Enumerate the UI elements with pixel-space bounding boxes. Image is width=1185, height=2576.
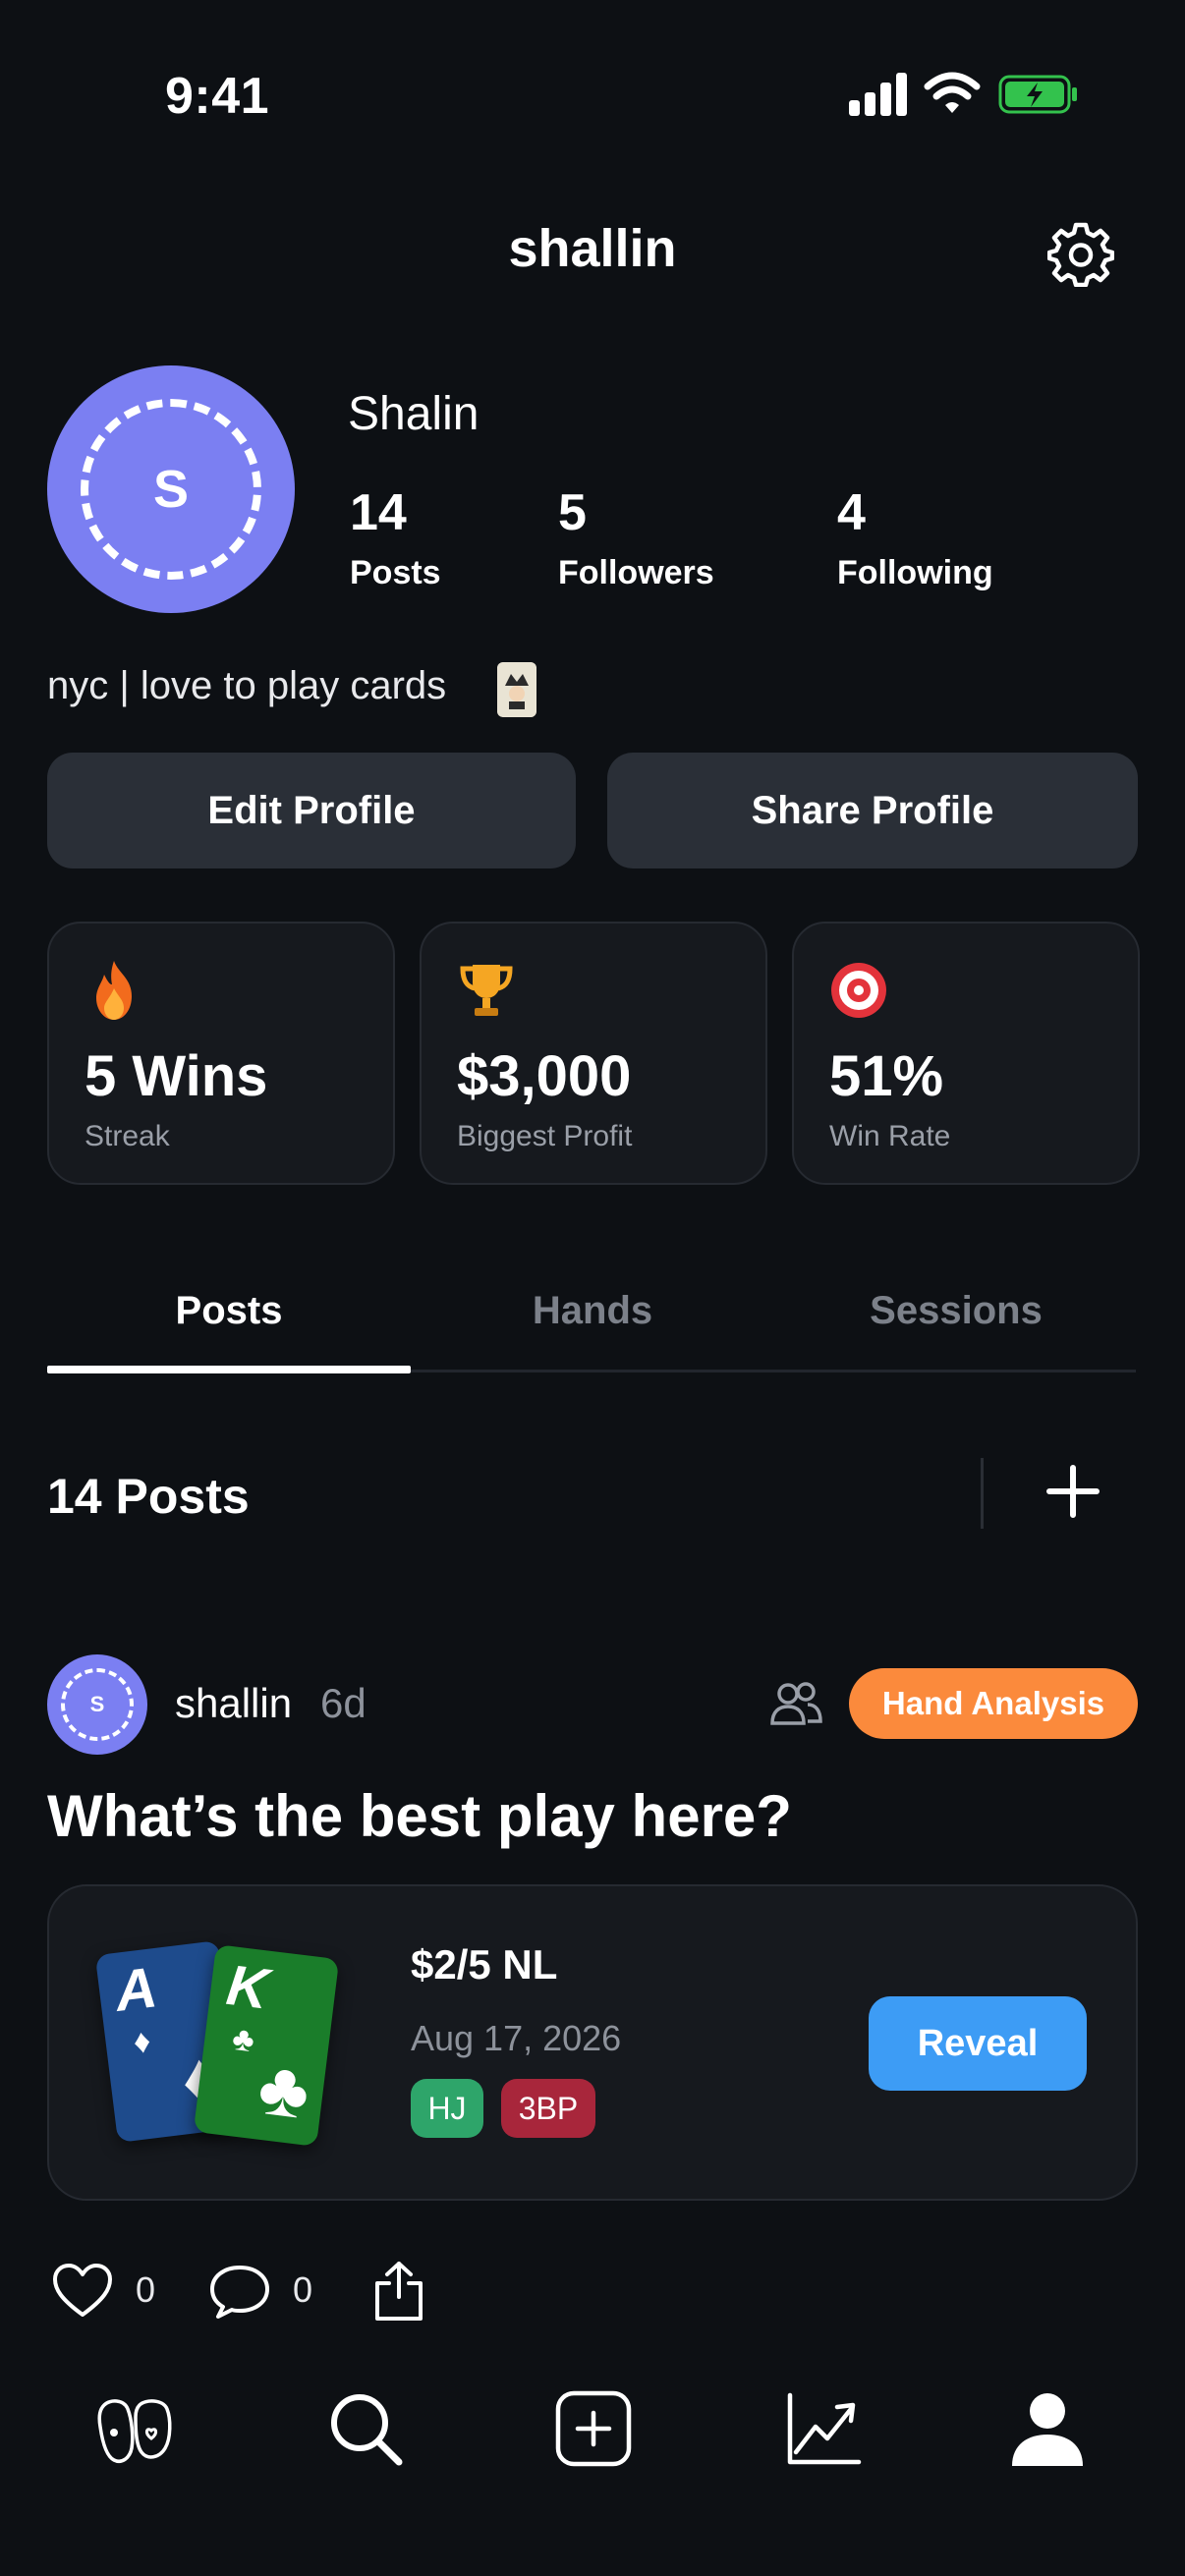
post-title: What’s the best play here? xyxy=(47,1783,792,1849)
tab-sessions[interactable]: Sessions xyxy=(774,1289,1138,1333)
page-title: shallin xyxy=(508,219,677,278)
status-time: 9:41 xyxy=(165,68,270,125)
biggest-profit-value: $3,000 xyxy=(457,1044,632,1108)
post-avatar-letter: S xyxy=(89,1692,105,1716)
position-badge: HJ xyxy=(411,2079,483,2138)
card-suit-small: ♣ xyxy=(230,2019,257,2060)
stat-followers-label: Followers xyxy=(558,554,714,591)
bio: nyc | love to play cards xyxy=(47,664,447,707)
pot-type-badge: 3BP xyxy=(501,2079,595,2138)
tab-active-indicator xyxy=(47,1366,411,1373)
streak-label: Streak xyxy=(85,1120,170,1152)
hand-summary-card[interactable]: A ♦ ♦ K ♣ ♣ $2/5 NL Aug 17, 2026 HJ 3BP … xyxy=(47,1884,1138,2201)
add-post-button[interactable] xyxy=(1045,1464,1100,1519)
streak-value: 5 Wins xyxy=(85,1044,268,1108)
display-name: Shalin xyxy=(348,388,480,440)
win-rate-card: 51% Win Rate xyxy=(792,922,1140,1185)
stat-posts[interactable]: 14 Posts xyxy=(350,483,441,592)
post-username[interactable]: shallin xyxy=(175,1680,292,1727)
comment-count: 0 xyxy=(293,2269,313,2310)
divider xyxy=(981,1458,984,1529)
tab-posts[interactable]: Posts xyxy=(47,1289,411,1333)
create-post-icon[interactable] xyxy=(552,2387,635,2470)
avatar-letter: S xyxy=(152,460,190,519)
friends-visibility-icon xyxy=(770,1682,822,1725)
post-avatar[interactable]: S xyxy=(47,1654,147,1755)
share-profile-button[interactable]: Share Profile xyxy=(607,753,1138,868)
hand-date: Aug 17, 2026 xyxy=(411,2018,622,2058)
post-timestamp: 6d xyxy=(320,1680,367,1726)
search-icon[interactable] xyxy=(324,2387,407,2470)
fire-icon xyxy=(96,961,132,1020)
biggest-profit-card: $3,000 Biggest Profit xyxy=(420,922,767,1185)
streak-card: 5 Wins Streak xyxy=(47,922,395,1185)
edit-profile-button[interactable]: Edit Profile xyxy=(47,753,576,868)
stat-following[interactable]: 4 Following xyxy=(837,483,993,592)
stats-chart-icon[interactable] xyxy=(782,2387,865,2470)
reveal-button[interactable]: Reveal xyxy=(869,1996,1087,2091)
hand-stakes: $2/5 NL xyxy=(411,1941,558,1988)
card-suit-large: ♣ xyxy=(254,2043,314,2136)
target-icon xyxy=(831,963,886,1018)
battery-icon xyxy=(998,75,1077,114)
heart-icon[interactable] xyxy=(51,2260,114,2323)
posts-count: 14 Posts xyxy=(47,1469,250,1524)
joker-card-icon xyxy=(497,662,536,717)
hole-card-king: K ♣ ♣ xyxy=(193,1944,340,2147)
biggest-profit-label: Biggest Profit xyxy=(457,1120,633,1152)
trophy-icon xyxy=(460,965,513,1016)
stat-following-value: 4 xyxy=(837,484,866,541)
share-icon[interactable] xyxy=(367,2260,430,2323)
win-rate-value: 51% xyxy=(829,1044,944,1108)
gear-icon[interactable] xyxy=(1047,220,1114,287)
stat-followers[interactable]: 5 Followers xyxy=(558,483,714,592)
like-count: 0 xyxy=(136,2269,156,2310)
post-category-badge: Hand Analysis xyxy=(849,1668,1138,1739)
signal-icon xyxy=(849,73,908,116)
avatar[interactable]: S xyxy=(47,365,295,613)
win-rate-label: Win Rate xyxy=(829,1120,951,1152)
stat-posts-value: 14 xyxy=(350,484,407,541)
wifi-icon xyxy=(924,72,981,113)
tab-hands[interactable]: Hands xyxy=(411,1289,774,1333)
card-suit-small: ♦ xyxy=(131,2022,153,2062)
stat-posts-label: Posts xyxy=(350,554,441,591)
profile-icon[interactable] xyxy=(1006,2387,1089,2470)
stat-followers-value: 5 xyxy=(558,484,587,541)
cards-feed-icon[interactable] xyxy=(94,2387,177,2470)
card-rank: A xyxy=(111,1955,161,2024)
card-rank: K xyxy=(223,1952,272,2022)
stat-following-label: Following xyxy=(837,554,993,591)
comment-icon[interactable] xyxy=(208,2260,271,2323)
